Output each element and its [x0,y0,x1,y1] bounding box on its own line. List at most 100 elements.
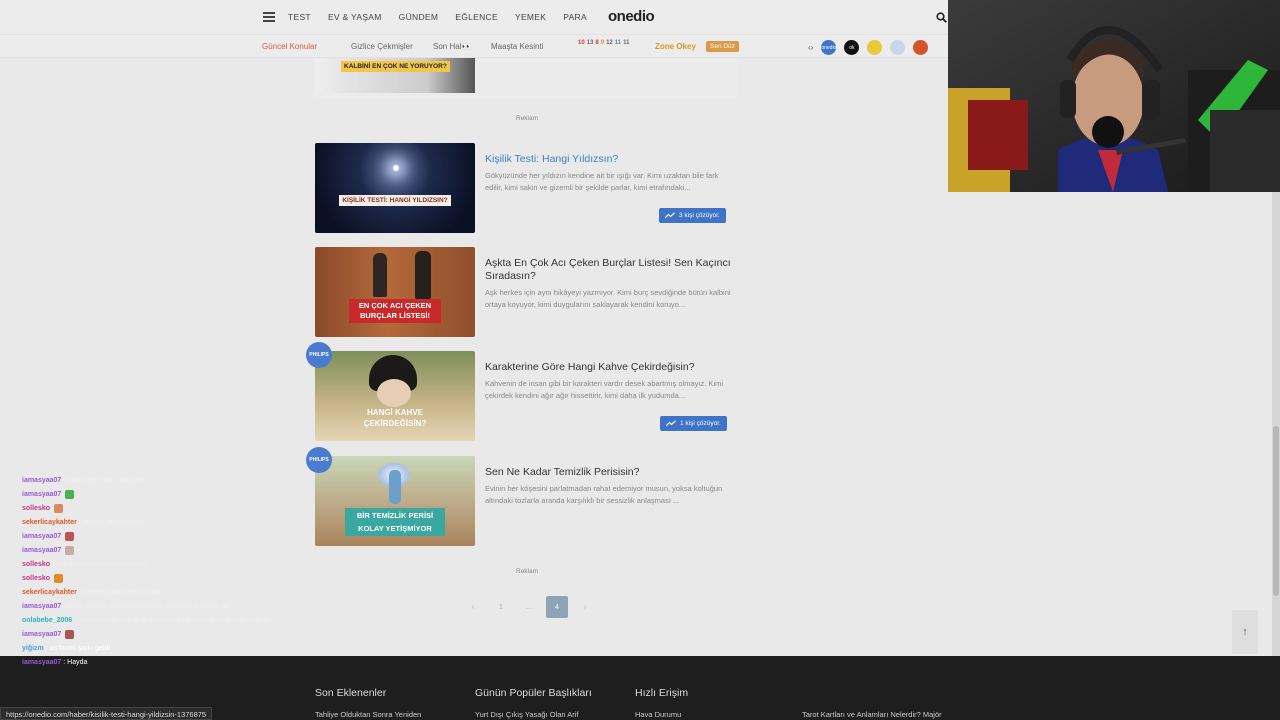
chat-text: Tolga Ayaz'ın Uzenum Yıldız'la aşı kısım… [67,603,230,610]
subnav-link[interactable]: Gizlice Çekmişler [351,42,413,51]
chat-message: iamasyaa07 : Tolga Ayaz'ın Uzenum Yıldız… [22,600,312,614]
list-item[interactable]: PHILIPS BİR TEMİZLİK PERİSİ KOLAY YETİŞM… [306,447,739,552]
chat-username: sekerlicaykahter [22,519,77,526]
thumb-caption: EN ÇOK ACI ÇEKEN BURÇLAR LİSTESİ! [349,299,441,323]
partner-circle-icon[interactable] [913,40,929,55]
article-thumbnail[interactable]: KİŞİLİK TESTİ: HANGİ YILDIZSIN? [315,143,475,233]
day-number: 9 [600,40,605,46]
chat-username: iamasyaa07 [22,533,62,540]
emote-icon [65,489,75,499]
page-ellipsis: ... [526,603,532,611]
chevron-left-icon[interactable]: ‹› [808,43,813,52]
chat-username: iamasyaa07 [22,631,62,638]
thumb-caption: HANGİ KAHVE ÇEKİRDEĞİSİN? [363,408,427,428]
hot-topics-label[interactable]: Güncel Konular [262,42,317,51]
menu-icon[interactable] [263,12,275,22]
article-title[interactable]: Karakterine Göre Hangi Kahve Çekirdeğisi… [485,361,735,374]
seri-duz-button[interactable]: Seri Düz [706,41,739,52]
chat-text: abisiye abes nerme [82,519,144,526]
chat-username: onlabebe_2006 [22,617,73,624]
zone-okey-link[interactable]: Zone Okey [655,42,696,51]
partner-circle-icon[interactable] [867,40,883,55]
chat-separator: : [76,589,83,596]
chat-message: sekerlicaykahter : herkes yalan deyor o … [22,586,312,600]
list-item[interactable]: EN ÇOK ACI ÇEKEN BURÇLAR LİSTESİ! Aşkta … [315,247,739,343]
article-thumbnail[interactable]: BİR TEMİZLİK PERİSİ KOLAY YETİŞMİYOR [315,456,475,546]
site-logo[interactable]: onedio [608,8,655,25]
ok-circle-icon[interactable]: ok [844,40,860,55]
status-bar-url: https://onedio.com/haber/kisilik-testi-h… [0,707,213,720]
chat-message: iamasyaa07 : Adam çare var 1 duruyor [22,474,312,488]
pagination: ‹ 1 ... 4 › [462,596,596,618]
chat-text: çok oyle ama uyan yokmuyuz [55,561,148,568]
ad-label: Reklam [516,115,539,122]
solving-count-badge[interactable]: 3 kişi çözüyor. [659,208,726,223]
list-item[interactable]: PHILIPS HANGİ KAHVE ÇEKİRDEĞİSİN? Karakt… [306,342,739,447]
article-thumbnail[interactable]: HANGİ KAHVE ÇEKİRDEĞİSİN? [315,351,475,441]
webcam-image [948,0,1280,192]
nav-link-test[interactable]: TEST [288,12,311,22]
footer-link[interactable]: Yurt Dışı Çıkış Yasağı Olan Arif [475,710,579,719]
nav-links: TEST EV & YAŞAM GÜNDEM EĞLENCE YEMEK PAR… [288,12,604,22]
top-navigation: TEST EV & YAŞAM GÜNDEM EĞLENCE YEMEK PAR… [0,0,948,34]
badge-label: 1 kişi çözüyor. [680,420,721,427]
footer-link[interactable]: Tahliye Olduktan Sonra Yeniden [315,710,421,719]
game-day-numbers[interactable]: 10 13 8 9 12 11 11 [578,40,629,46]
nav-link-para[interactable]: PARA [563,12,587,22]
article-title[interactable]: Sen Ne Kadar Temizlik Perisisin? [485,466,735,479]
day-number: 12 [606,40,613,46]
prev-page-button[interactable]: ‹ [462,596,484,618]
footer-link[interactable]: Hava Durumu [635,710,681,719]
article-title[interactable]: Aşkta En Çok Acı Çeken Burçlar Listesi! … [485,257,735,283]
page-link[interactable]: 1 [490,596,512,618]
chat-message: iamasyaa07 [22,544,312,558]
footer-heading: Son Eklenenler [315,687,387,699]
article-thumbnail[interactable]: EN ÇOK ACI ÇEKEN BURÇLAR LİSTESİ! [315,247,475,337]
chat-separator: : [61,477,67,484]
prev-card-fragment: KALBİNİ EN ÇOK NE YORUYOR? [315,58,739,98]
chat-message: sollesko : çok oyle ama uyan yokmuyuz [22,558,312,572]
current-page[interactable]: 4 [546,596,568,618]
chat-username: iamasyaa07 [22,659,62,666]
onedio-circle-icon[interactable]: onedio [821,40,836,55]
partner-icons: ‹› onedio ok [808,40,929,55]
day-number: 13 [586,40,594,46]
chat-text: Hayda [67,659,88,666]
trending-up-icon [665,212,675,219]
subnav-link[interactable]: Maaşta Kesinti [491,42,543,51]
chat-username: sekerlicaykahter [22,589,77,596]
emote-icon [65,531,75,541]
stream-chat-overlay: iamasyaa07 : Adam çare var 1 duruyor iama… [22,474,312,670]
scrollbar-thumb[interactable] [1273,426,1279,596]
chat-text: as favori şarkı geldi [49,645,110,652]
nav-link-ev-yasam[interactable]: EV & YAŞAM [328,12,382,22]
search-icon[interactable] [936,12,947,23]
prev-card-thumb[interactable]: KALBİNİ EN ÇOK NE YORUYOR? [315,58,475,93]
thumb-caption: KİŞİLİK TESTİ: HANGİ YILDIZSIN? [339,195,451,206]
emote-icon [65,629,75,639]
article-title[interactable]: Kişilik Testi: Hangi Yıldızsın? [485,153,735,166]
nav-link-eglence[interactable]: EĞLENCE [455,12,498,22]
sponsor-badge: PHILIPS [306,447,332,473]
chat-message: yiğizm : as favori şarkı geldi [22,642,312,656]
nav-link-yemek[interactable]: YEMEK [515,12,546,22]
emote-icon [54,573,64,583]
solving-count-badge[interactable]: 1 kişi çözüyor. [660,416,727,431]
chat-message: sollesko [22,572,312,586]
scroll-to-top-button[interactable]: ↑ [1232,610,1258,654]
scrollbar[interactable] [1272,190,1280,656]
ad-label: Reklam [516,568,539,575]
nav-link-gundem[interactable]: GÜNDEM [399,12,439,22]
day-number: 8 [595,40,599,46]
chat-text: herkes yalan deyor o abiıı [82,589,163,596]
figure-graphic [415,251,431,299]
snowflake-icon[interactable] [890,40,906,55]
subnav-link[interactable]: Son Hal👀 [433,42,471,51]
next-page-button[interactable]: › [574,596,596,618]
footer-link[interactable]: Tarot Kartları ve Anlamları Nelerdir? Ma… [802,710,942,719]
chat-username: iamasyaa07 [22,477,62,484]
list-item[interactable]: KİŞİLİK TESTİ: HANGİ YILDIZSIN? Kişilik … [315,143,739,239]
thumb-caption: KALBİNİ EN ÇOK NE YORUYOR? [341,61,450,72]
chat-username: iamasyaa07 [22,491,62,498]
star-graphic [393,165,399,171]
